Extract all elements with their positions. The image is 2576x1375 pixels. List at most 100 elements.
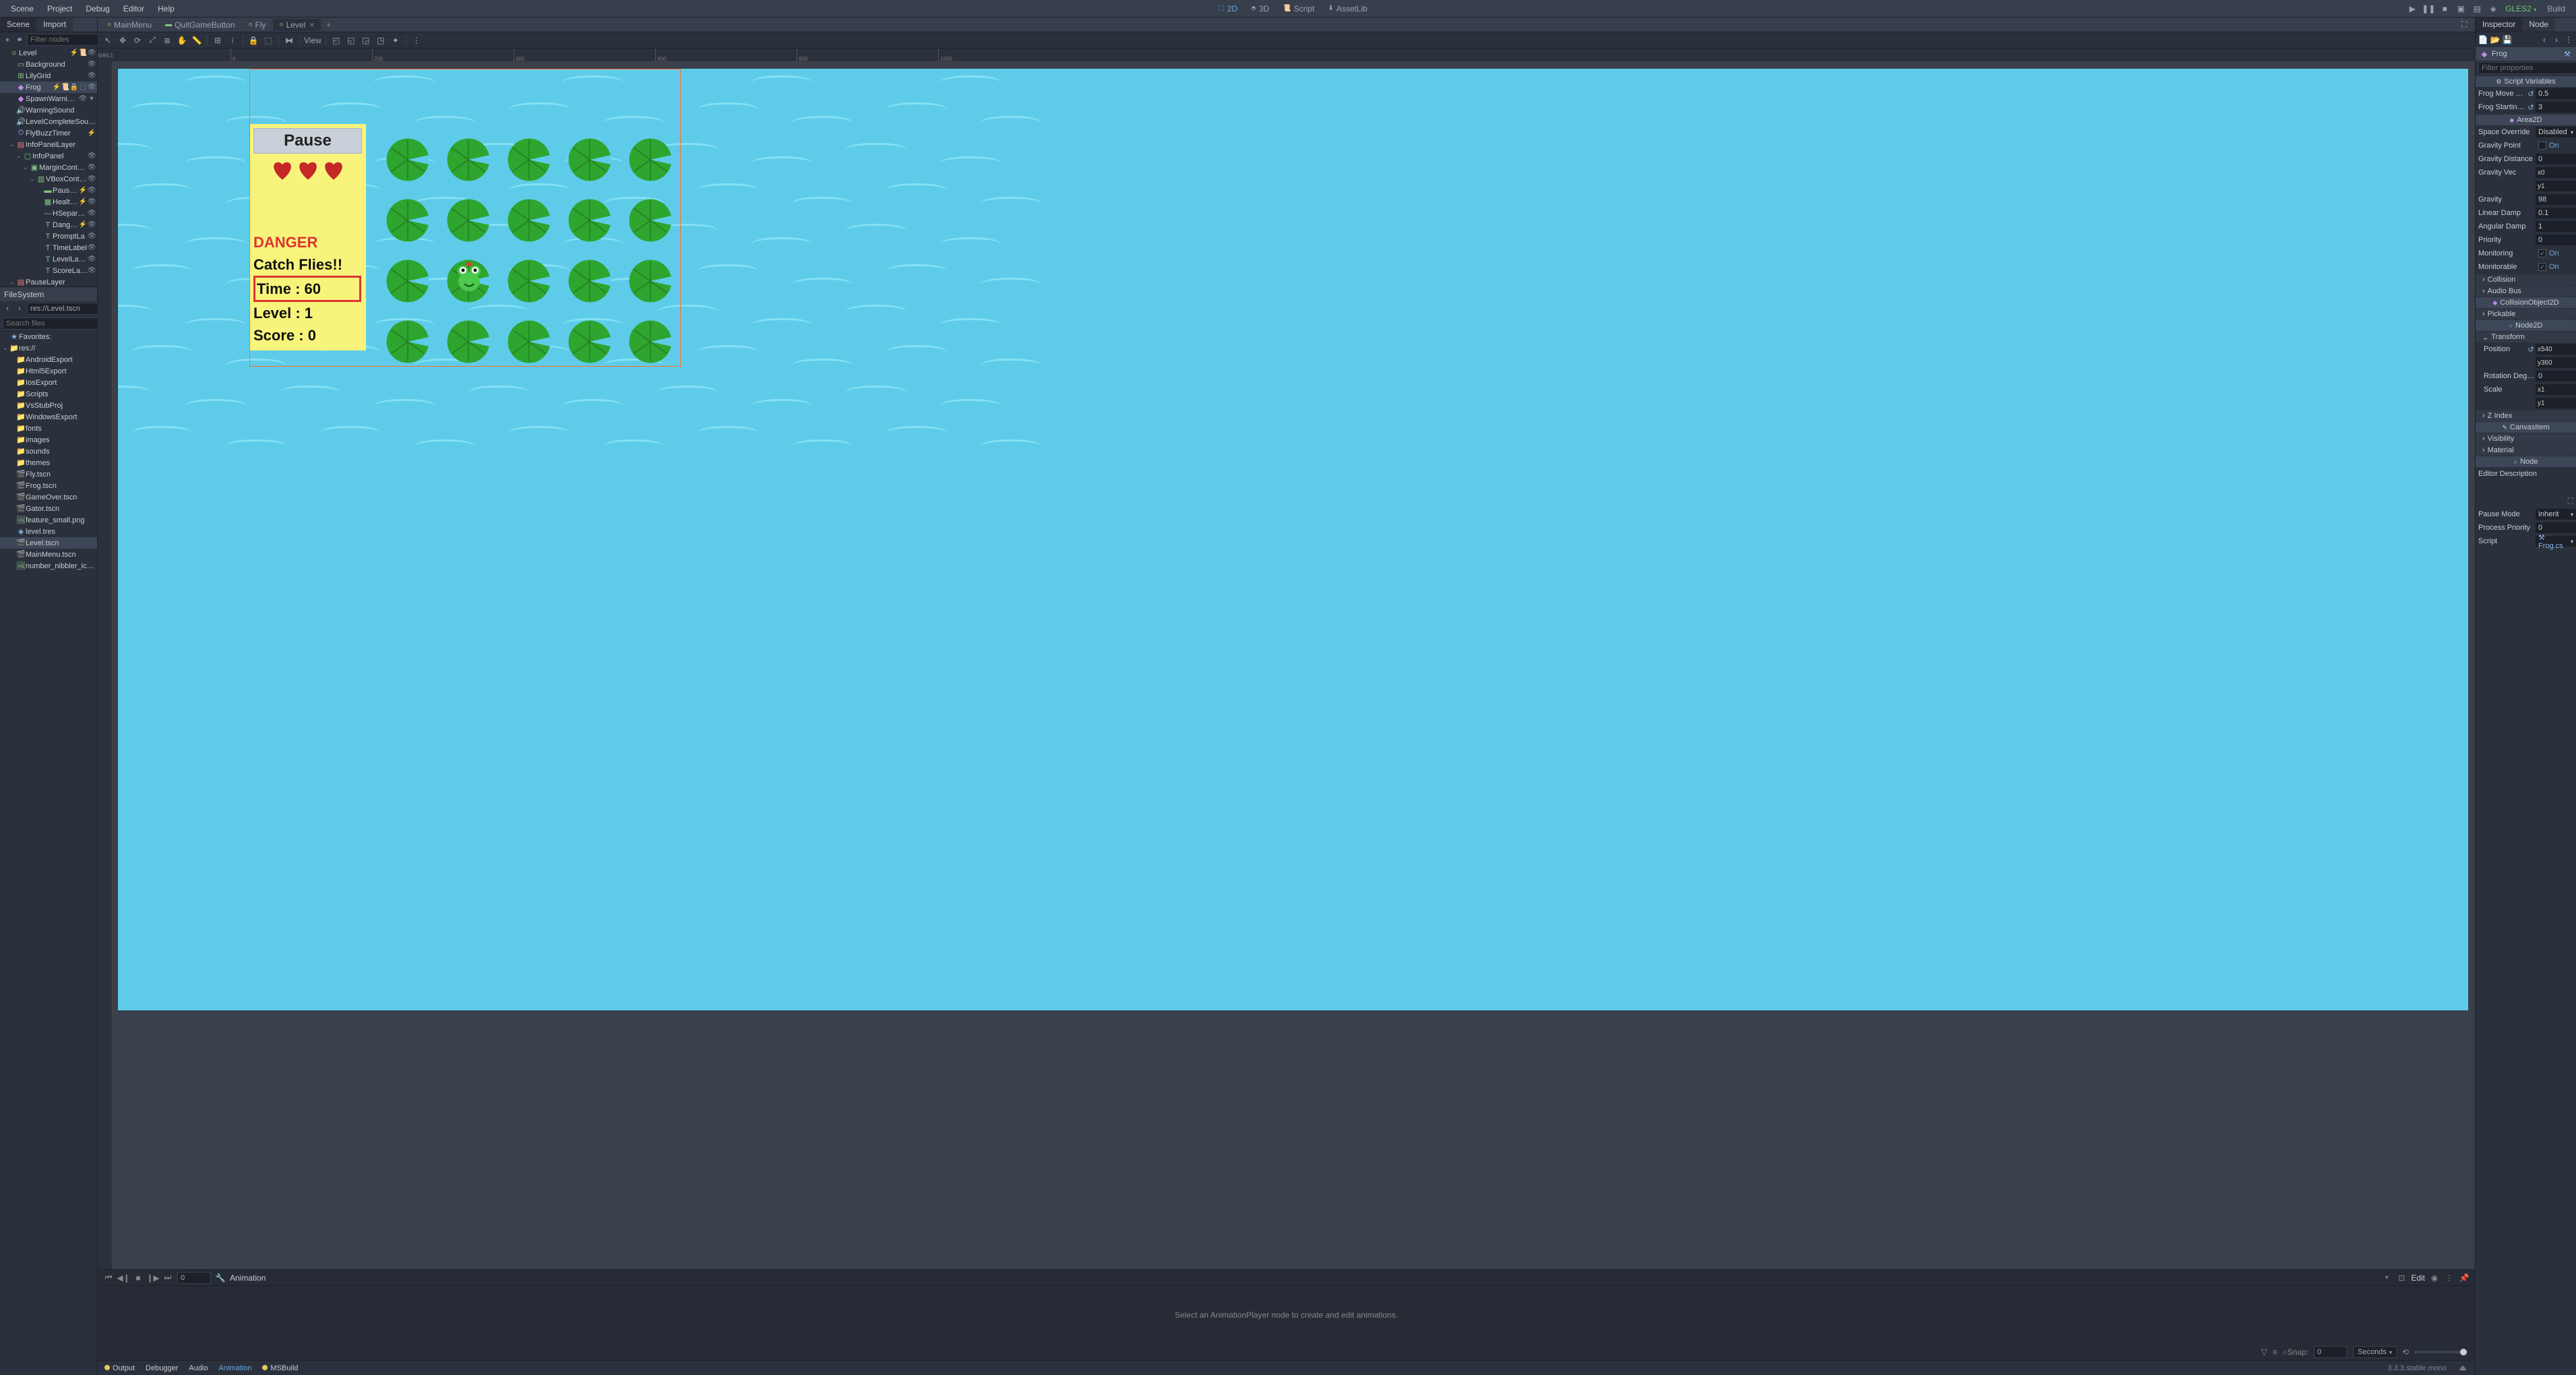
- zoom-out-icon[interactable]: ⊖: [98, 52, 103, 59]
- tree-row[interactable]: 🔊LevelCompleteSound: [0, 116, 97, 127]
- section-audio-bus[interactable]: › Audio Bus: [2476, 286, 2576, 297]
- frog-start-h-value[interactable]: 3: [2536, 102, 2576, 113]
- resource-load-icon[interactable]: 📂: [2490, 35, 2500, 44]
- tree-row[interactable]: 📁VsStubProj: [0, 400, 97, 411]
- renderer-select[interactable]: GLES2 ▾: [2505, 4, 2536, 13]
- scene-tab-fly[interactable]: ○Fly: [241, 19, 272, 31]
- tree-row[interactable]: 🎬Gator.tscn: [0, 503, 97, 514]
- history-fwd-icon[interactable]: ›: [2552, 35, 2561, 44]
- ruler-corner[interactable]: ⊖ 84.1% ⊕: [98, 49, 113, 62]
- scene-tree[interactable]: ○Level⚡📜👁▭Background👁⊞LilyGrid👁◆Frog⚡📜🔒⬚…: [0, 47, 97, 286]
- pause-icon[interactable]: ❚❚: [2422, 3, 2434, 15]
- tree-row[interactable]: 🎬Frog.tscn: [0, 480, 97, 491]
- tree-row[interactable]: ▦HealthTex⚡👁: [0, 196, 97, 208]
- tree-row[interactable]: 🎬GameOver.tscn: [0, 491, 97, 503]
- grp-icon[interactable]: ⬚: [79, 84, 87, 92]
- tree-row[interactable]: 🔊WarningSound: [0, 104, 97, 116]
- tree-row[interactable]: 🎬Level.tscn: [0, 537, 97, 549]
- expand-desc-icon[interactable]: ⛶: [2568, 496, 2573, 506]
- import-tab[interactable]: Import: [36, 18, 73, 32]
- status-audio[interactable]: Audio: [189, 1364, 208, 1372]
- tree-row[interactable]: 🖼feature_small.png: [0, 514, 97, 526]
- anim-stop-icon[interactable]: ■: [133, 1273, 144, 1283]
- sig-icon[interactable]: ⚡: [53, 84, 61, 92]
- history-menu-icon[interactable]: ⋮: [2564, 35, 2573, 44]
- tree-row[interactable]: ⌄📁res://: [0, 342, 97, 354]
- eye-icon[interactable]: 👁: [88, 244, 96, 252]
- section-canvasitem[interactable]: ✎CanvasItem: [2476, 422, 2576, 433]
- eye-icon[interactable]: 👁: [88, 49, 96, 57]
- build-button[interactable]: Build: [2540, 4, 2572, 13]
- sig-icon[interactable]: ⚡: [70, 49, 78, 57]
- zoom-reset-icon[interactable]: ⟲: [2402, 1347, 2409, 1357]
- tree-row[interactable]: ▭Background👁: [0, 59, 97, 70]
- edit-menu[interactable]: Edit: [2411, 1273, 2425, 1283]
- anchor-br-icon[interactable]: ◳: [375, 34, 387, 47]
- tree-row[interactable]: ⌄▤PauseLayer: [0, 276, 97, 286]
- section-collisionobj[interactable]: ◆CollisionObject2D: [2476, 297, 2576, 308]
- eye-icon[interactable]: 👁: [88, 187, 96, 195]
- tree-row[interactable]: 📁WindowsExport: [0, 411, 97, 423]
- rotation-value[interactable]: 0: [2536, 371, 2576, 381]
- menu-scene[interactable]: Scene: [4, 4, 40, 13]
- tree-row[interactable]: TDangerLa⚡👁: [0, 219, 97, 231]
- section-collision[interactable]: › Collision: [2476, 274, 2576, 285]
- section-area2d[interactable]: ◆Area2D: [2476, 115, 2576, 125]
- search-files-input[interactable]: [3, 317, 105, 330]
- scale-y[interactable]: y 1: [2536, 398, 2576, 408]
- tree-row[interactable]: 📁Scripts: [0, 388, 97, 400]
- sig-icon[interactable]: ⚡: [79, 221, 87, 229]
- anchor-tl-icon[interactable]: ◰: [330, 34, 342, 47]
- snap-icon[interactable]: ⊞: [212, 34, 224, 47]
- stop-icon[interactable]: ■: [2439, 3, 2451, 15]
- autoplay-icon[interactable]: ▾: [2381, 1273, 2392, 1283]
- inspector-tab[interactable]: Inspector: [2476, 18, 2522, 32]
- move-tool-icon[interactable]: ✥: [117, 34, 129, 47]
- anim-tool-icon[interactable]: 🔧: [215, 1273, 226, 1283]
- reset-icon[interactable]: ↺: [2526, 102, 2536, 112]
- play-icon[interactable]: ▶: [2406, 3, 2418, 15]
- workspace-2d[interactable]: ⬚2D: [1211, 4, 1244, 13]
- tree-row[interactable]: 🖼number_nibbler_icon.pn: [0, 560, 97, 572]
- anim-opt2-icon[interactable]: ⋮: [2444, 1273, 2455, 1283]
- anchor-bl-icon[interactable]: ◲: [360, 34, 372, 47]
- link-icon[interactable]: ⚭: [15, 35, 24, 44]
- menu-help[interactable]: Help: [151, 4, 181, 13]
- gravity-vec-x[interactable]: x 0: [2536, 167, 2576, 178]
- section-transform[interactable]: ⌄ Transform: [2476, 332, 2576, 342]
- tree-row[interactable]: ⌄▤InfoPanelLayer: [0, 139, 97, 150]
- filter-properties-input[interactable]: [2478, 62, 2576, 74]
- tree-row[interactable]: ▬PauseButt⚡👁: [0, 185, 97, 196]
- tree-row[interactable]: ★Favorites:: [0, 331, 97, 342]
- tree-row[interactable]: 📁images: [0, 434, 97, 446]
- anim-position-input[interactable]: [177, 1272, 211, 1284]
- tree-row[interactable]: ⏱FlyBuzzTimer⚡: [0, 127, 97, 139]
- section-visibility[interactable]: › Visibility: [2476, 433, 2576, 444]
- filesystem-tab[interactable]: FileSystem: [0, 286, 97, 301]
- eye-icon[interactable]: 👁: [88, 84, 96, 92]
- script-value[interactable]: ⚒ Frog.cs▾: [2536, 536, 2576, 547]
- zoom-slider[interactable]: [2414, 1351, 2468, 1353]
- tree-row[interactable]: 📁themes: [0, 457, 97, 468]
- notif-icon[interactable]: ⏏: [2457, 1364, 2468, 1372]
- monitoring-check[interactable]: ✓On: [2536, 249, 2576, 257]
- tree-row[interactable]: ⌄▣MarginContainer👁: [0, 162, 97, 173]
- tree-row[interactable]: ◆Frog⚡📜🔒⬚👁: [0, 82, 97, 93]
- eye-icon[interactable]: 👁: [88, 255, 96, 264]
- tree-row[interactable]: TTimeLabel👁: [0, 242, 97, 253]
- scale-tool-icon[interactable]: ⤢: [146, 34, 158, 47]
- add-node-icon[interactable]: +: [3, 35, 12, 44]
- status-msbuild[interactable]: MSBuild: [262, 1364, 298, 1372]
- space-override-select[interactable]: Disabled▾: [2536, 127, 2576, 138]
- section-script-vars[interactable]: ⚙Script Variables: [2476, 76, 2576, 87]
- scale-x[interactable]: x 1: [2536, 384, 2576, 395]
- eye-icon[interactable]: 👁: [88, 210, 96, 218]
- tree-row[interactable]: —HSeparator👁: [0, 208, 97, 219]
- tree-row[interactable]: ◆SpawnWarningBox👁▾: [0, 93, 97, 104]
- animation-menu[interactable]: Animation: [230, 1273, 266, 1283]
- movie-icon[interactable]: ◈: [2487, 3, 2499, 15]
- section-node[interactable]: ○Node: [2476, 456, 2576, 467]
- scr-icon[interactable]: 📜: [79, 49, 87, 57]
- bone-icon[interactable]: ⧓: [283, 34, 295, 47]
- lock-icon[interactable]: 🔒: [70, 84, 78, 92]
